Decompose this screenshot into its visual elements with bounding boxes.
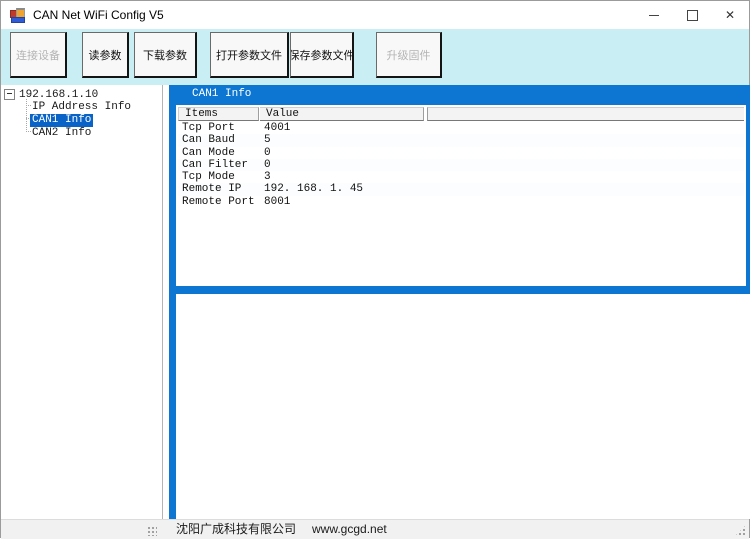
param-name: Can Mode xyxy=(182,147,235,159)
window-title: CAN Net WiFi Config V5 xyxy=(33,1,164,29)
can1-info-panel: CAN1 Info Items Value Tcp Port 4001 Can … xyxy=(169,85,750,294)
tree-root-row[interactable]: 192.168.1.10 xyxy=(4,88,98,101)
param-name: Tcp Mode xyxy=(182,171,235,183)
param-name: Can Filter xyxy=(182,159,248,171)
table-body: Tcp Port 4001 Can Baud 5 Can Mode 0 Can … xyxy=(178,122,744,208)
app-icon xyxy=(9,7,25,23)
table-row[interactable]: Remote Port 8001 xyxy=(178,196,744,208)
tree-root-label[interactable]: 192.168.1.10 xyxy=(19,89,98,101)
params-table: Items Value Tcp Port 4001 Can Baud 5 Can… xyxy=(176,105,746,266)
close-button[interactable]: ✕ xyxy=(711,1,749,29)
upgrade-firmware-button[interactable]: 升级固件 xyxy=(376,32,442,78)
log-panel xyxy=(169,294,750,519)
table-row[interactable]: Can Baud 5 xyxy=(178,134,744,146)
table-row[interactable]: Tcp Port 4001 xyxy=(178,122,744,134)
param-value[interactable]: 4001 xyxy=(264,122,290,134)
panel-header: CAN1 Info xyxy=(176,85,746,105)
table-row[interactable]: Can Filter 0 xyxy=(178,159,744,171)
tree-item-ip-address-info[interactable]: IP Address Info xyxy=(30,101,133,114)
maximize-button[interactable] xyxy=(673,1,711,29)
minimize-button[interactable] xyxy=(635,1,673,29)
tree-item-can2-info[interactable]: CAN2 Info xyxy=(30,127,93,140)
param-name: Remote Port xyxy=(182,196,255,208)
tree-guides xyxy=(26,99,27,132)
param-name: Tcp Port xyxy=(182,122,235,134)
table-row[interactable]: Tcp Mode 3 xyxy=(178,171,744,183)
connect-device-button[interactable]: 连接设备 xyxy=(10,32,67,78)
table-row[interactable]: Remote IP 192. 168. 1. 45 xyxy=(178,183,744,195)
splitter-grip-icon[interactable] xyxy=(147,526,157,536)
save-params-file-button[interactable]: 保存参数文件 xyxy=(290,32,354,78)
company-name: 沈阳广成科技有限公司 xyxy=(176,522,296,536)
column-header-extra xyxy=(427,107,744,121)
table-row[interactable]: Can Mode 0 xyxy=(178,147,744,159)
read-params-button[interactable]: 读参数 xyxy=(82,32,129,78)
param-value[interactable]: 0 xyxy=(264,159,271,171)
collapse-icon[interactable] xyxy=(4,89,15,100)
website-link: www.gcgd.net xyxy=(312,522,387,536)
status-bar: 沈阳广成科技有限公司 www.gcgd.net xyxy=(1,519,749,539)
device-tree-panel: 192.168.1.10 IP Address Info CAN1 Info C… xyxy=(1,85,163,519)
title-bar: CAN Net WiFi Config V5 ✕ xyxy=(1,1,749,29)
tree-item-can1-info[interactable]: CAN1 Info xyxy=(30,114,93,127)
column-header-value[interactable]: Value xyxy=(260,107,424,121)
status-text: 沈阳广成科技有限公司 www.gcgd.net xyxy=(176,520,387,539)
open-params-file-button[interactable]: 打开参数文件 xyxy=(210,32,289,78)
resize-grip-icon[interactable] xyxy=(734,524,747,537)
close-icon: ✕ xyxy=(725,9,735,21)
column-header-items[interactable]: Items xyxy=(178,107,259,121)
param-value[interactable]: 8001 xyxy=(264,196,290,208)
param-value[interactable]: 3 xyxy=(264,171,271,183)
download-params-button[interactable]: 下载参数 xyxy=(134,32,197,78)
window-controls: ✕ xyxy=(635,1,749,29)
param-name: Can Baud xyxy=(182,134,235,146)
app-window: CAN Net WiFi Config V5 ✕ 连接设备 读参数 下载参数 打… xyxy=(0,0,750,538)
param-value[interactable]: 0 xyxy=(264,147,271,159)
minimize-icon xyxy=(649,15,659,16)
toolbar: 连接设备 读参数 下载参数 打开参数文件 保存参数文件 升级固件 GCAN-21… xyxy=(1,29,749,85)
param-value[interactable]: 192. 168. 1. 45 xyxy=(264,183,363,195)
param-name: Remote IP xyxy=(182,183,241,195)
param-value[interactable]: 5 xyxy=(264,134,271,146)
maximize-icon xyxy=(687,10,698,21)
